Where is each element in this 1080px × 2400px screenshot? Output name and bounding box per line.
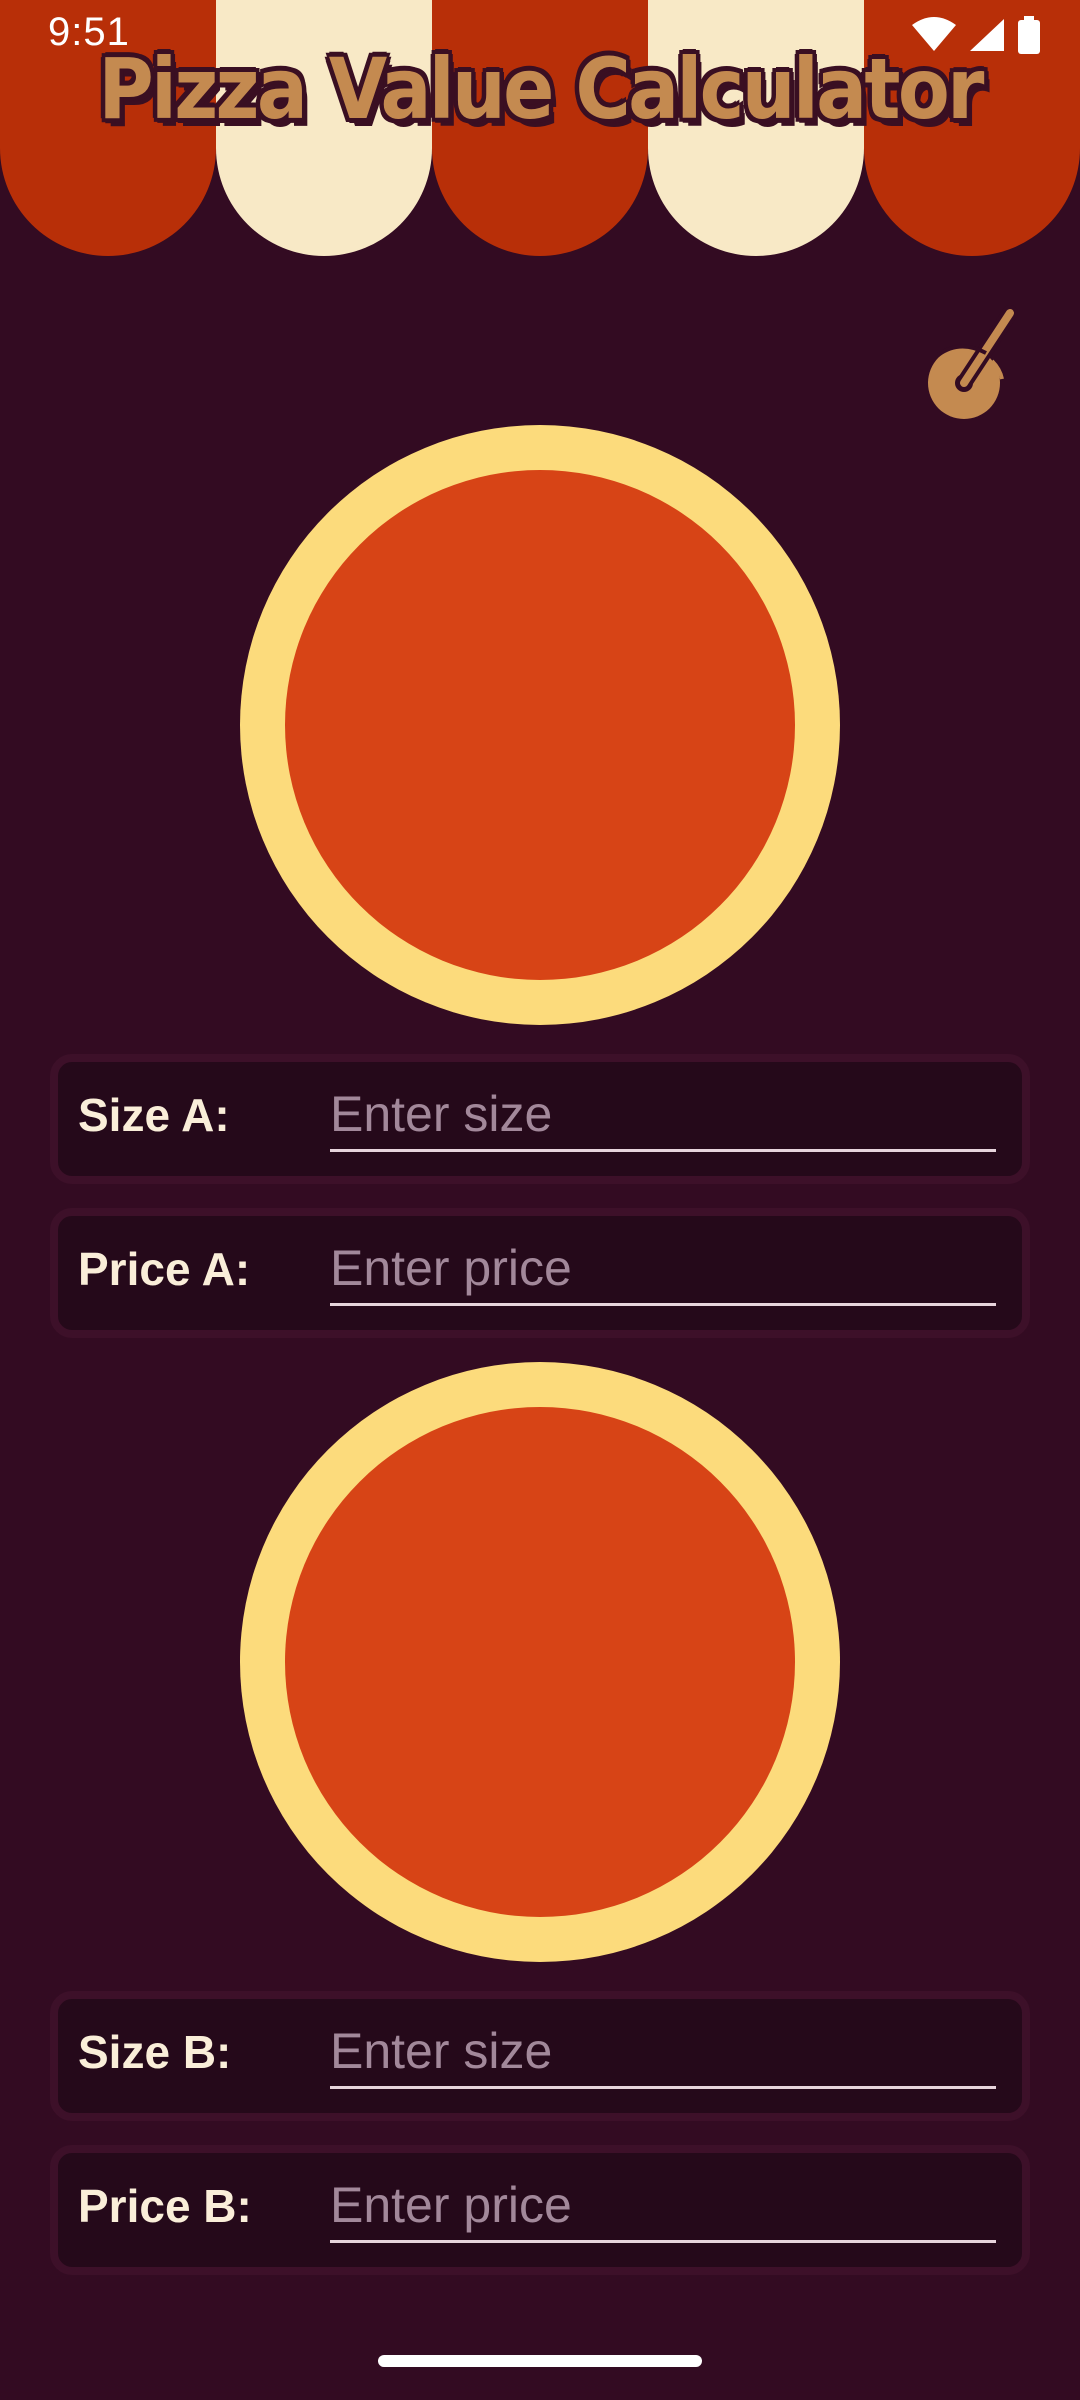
size-a-label: Size A:	[78, 1089, 230, 1141]
price-a-input[interactable]	[330, 1232, 996, 1306]
price-a-card: Price A:	[50, 1208, 1030, 1338]
size-a-card: Size A:	[50, 1054, 1030, 1184]
pizza-cutter-icon	[920, 305, 1020, 429]
pizza-b-illustration	[240, 1362, 840, 1962]
app-title: Pizza Value Calculator	[98, 40, 984, 138]
pizza-a-illustration	[240, 425, 840, 1025]
price-b-label: Price B:	[78, 2180, 252, 2232]
price-b-card: Price B:	[50, 2145, 1030, 2275]
price-b-input[interactable]	[330, 2169, 996, 2243]
price-a-label: Price A:	[78, 1243, 251, 1295]
pizza-cutter-button[interactable]	[920, 305, 1020, 425]
size-b-input[interactable]	[330, 2015, 996, 2089]
size-a-input[interactable]	[330, 1078, 996, 1152]
pizza-b-sauce	[285, 1407, 795, 1917]
home-indicator[interactable]	[378, 2355, 702, 2367]
pizza-a-sauce	[285, 470, 795, 980]
size-b-card: Size B:	[50, 1991, 1030, 2121]
size-b-label: Size B:	[78, 2026, 232, 2078]
